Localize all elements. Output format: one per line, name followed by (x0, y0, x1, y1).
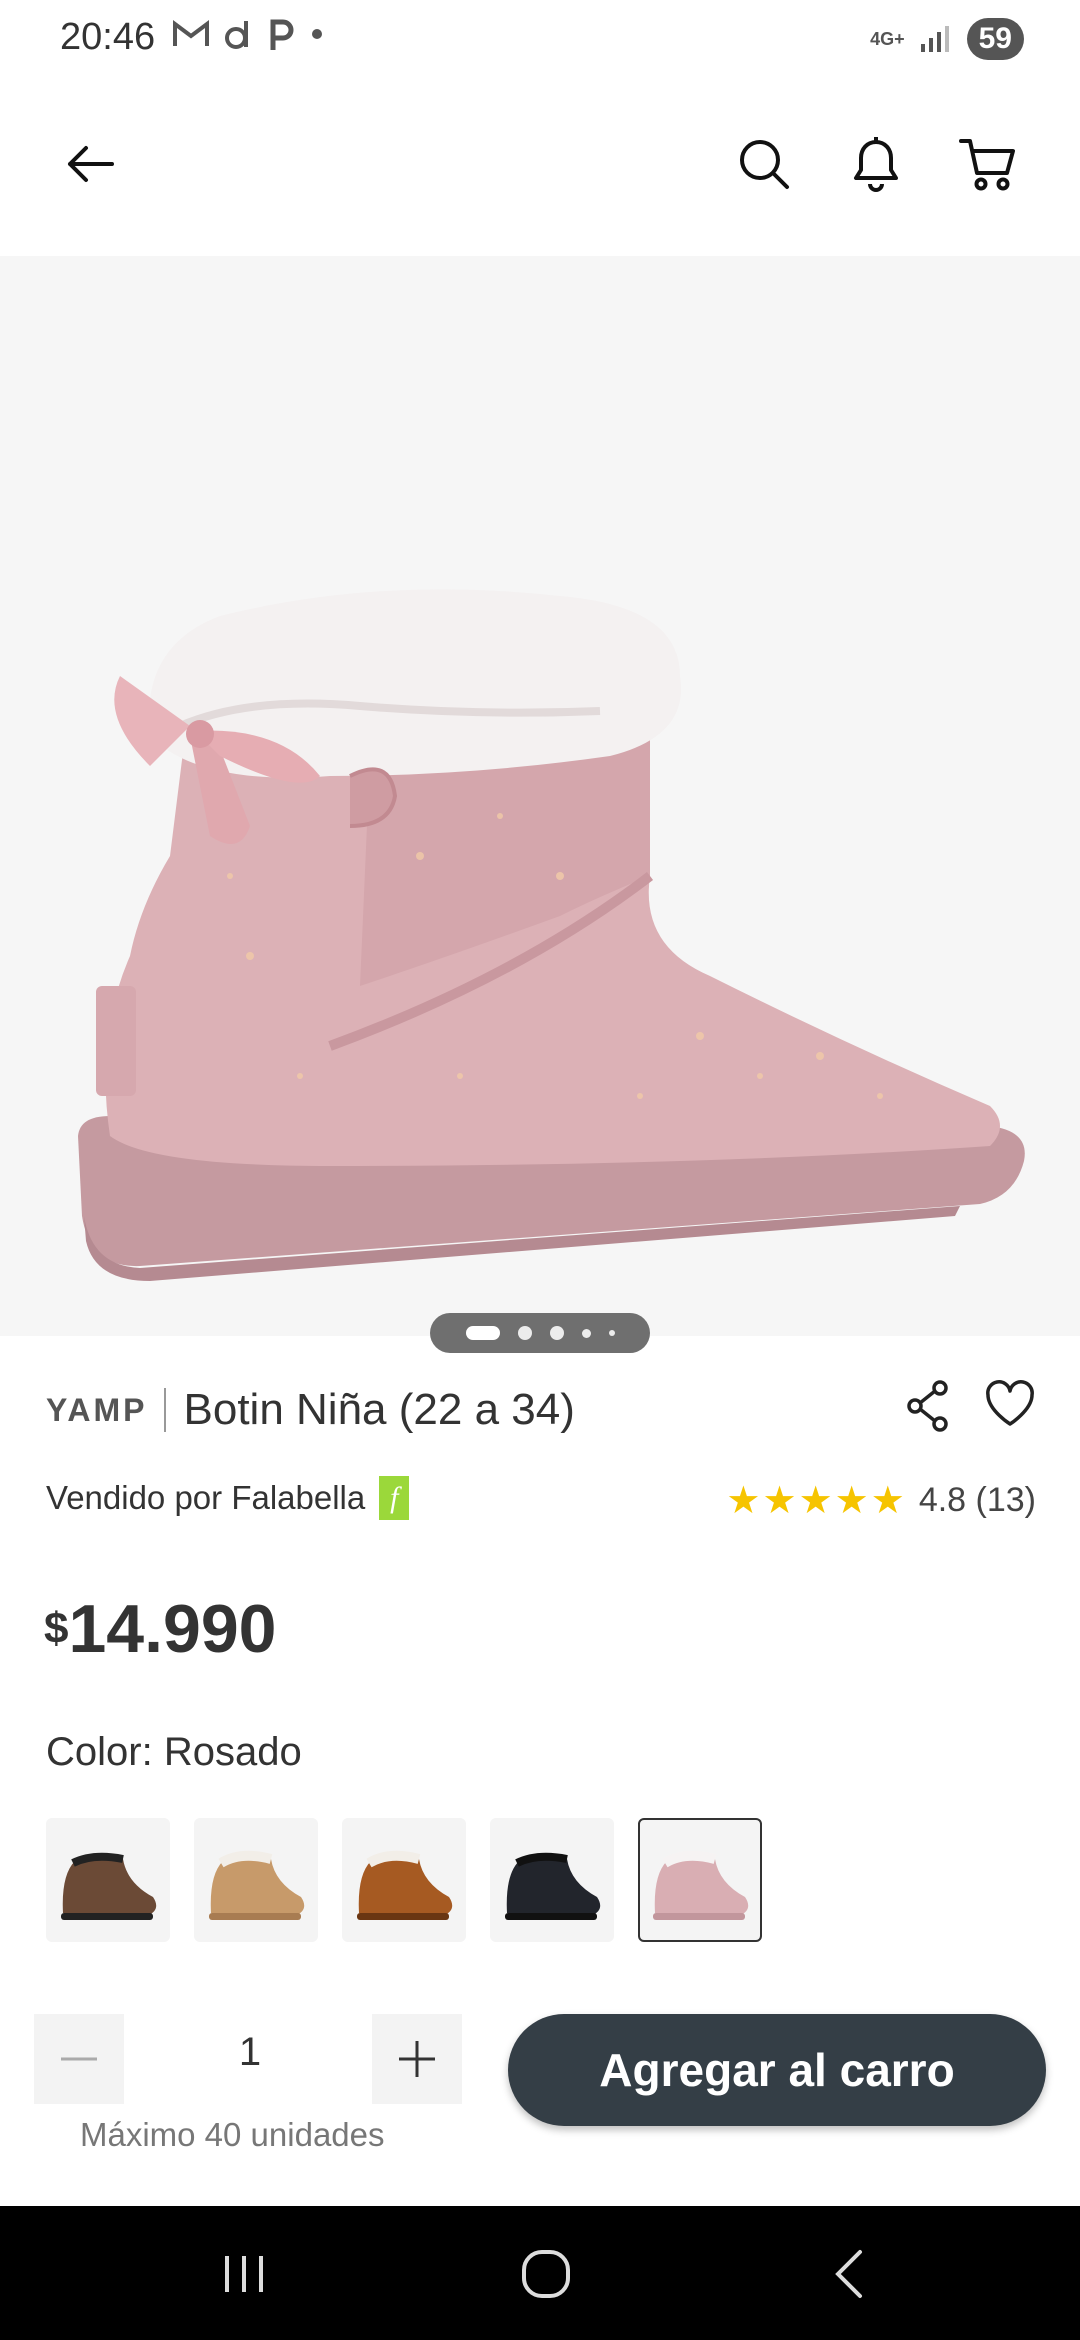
top-navigation (0, 100, 1080, 230)
notification-icons (172, 16, 322, 52)
rating-value: 4.8 (13) (918, 1481, 1036, 1519)
app-p-icon (270, 19, 294, 50)
falabella-logo-icon: f (379, 1476, 410, 1520)
status-bar: 20:46 4G+ 59 (0, 0, 1080, 84)
seller-text: Vendido por Falabella (46, 1479, 366, 1516)
arrow-left-icon (68, 146, 114, 182)
star-icon: ★ (762, 1480, 797, 1522)
max-units-text: Máximo 40 unidades (80, 2116, 385, 2153)
pager-dot (608, 1330, 615, 1336)
product-price: $14.990 (44, 1590, 276, 1668)
share-icon[interactable] (906, 1380, 950, 1432)
color-swatches (46, 1818, 762, 1942)
title-divider (163, 1388, 166, 1432)
system-status-icons: 4G+ 59 (870, 18, 1024, 60)
swatch-leopard[interactable] (46, 1818, 170, 1942)
swatch-camel[interactable] (194, 1818, 318, 1942)
network-type: 4G+ (870, 28, 905, 49)
product-title-row: YAMP Botin Niña (22 a 34) (46, 1380, 1036, 1440)
plus-icon (399, 2041, 435, 2077)
bell-icon (854, 137, 898, 192)
recent-apps-icon (225, 2256, 263, 2292)
product-image-carousel[interactable] (0, 256, 1080, 1336)
add-to-cart-button[interactable]: Agregar al carro (508, 2014, 1046, 2126)
home-button[interactable] (514, 2242, 578, 2306)
title-actions (906, 1380, 1036, 1432)
minus-icon (61, 2057, 97, 2061)
brand-name[interactable]: YAMP (46, 1392, 148, 1429)
search-button[interactable] (728, 128, 800, 200)
chevron-left-icon (835, 2250, 862, 2298)
signal-icon (920, 26, 949, 52)
app-d-icon (225, 21, 248, 49)
battery-level: 59 (966, 18, 1024, 60)
pager-dot-active (465, 1326, 500, 1340)
product-rating[interactable]: ★ ★ ★ ★ ★ 4.8 (13) (726, 1478, 1036, 1523)
quantity-value[interactable]: 1 (150, 2030, 350, 2075)
system-navigation-bar (0, 2206, 1080, 2340)
search-icon (740, 140, 789, 189)
star-icon: ★ (834, 1480, 869, 1522)
swatch-chestnut[interactable] (342, 1818, 466, 1942)
cart-button[interactable] (952, 128, 1024, 200)
boot-thumbnail (357, 1850, 453, 1920)
product-name: Botin Niña (22 a 34) (183, 1385, 575, 1434)
boot-thumbnail (61, 1852, 157, 1920)
cart-icon (959, 139, 1015, 191)
seller-rating-row: Vendido por Falabella f ★ ★ ★ ★ ★ 4.8 (1… (46, 1470, 1036, 1526)
heart-icon[interactable] (984, 1380, 1036, 1428)
notifications-button[interactable] (840, 128, 912, 200)
quantity-increase-button[interactable] (372, 2014, 462, 2104)
gmail-icon (173, 20, 209, 46)
star-icon: ★ (798, 1480, 833, 1522)
pager-dot (549, 1326, 564, 1340)
pager-dot (581, 1328, 591, 1338)
back-button[interactable] (54, 128, 126, 200)
more-notifications-dot (312, 29, 322, 39)
swatch-pink-selected[interactable] (638, 1818, 762, 1942)
star-icon: ★ (726, 1480, 761, 1522)
quantity-decrease-button[interactable] (34, 2014, 124, 2104)
recent-apps-button[interactable] (212, 2242, 276, 2306)
status-time: 20:46 (60, 16, 156, 58)
boot-thumbnail (505, 1852, 601, 1920)
price-amount: 14.990 (68, 1591, 277, 1667)
swatch-black[interactable] (490, 1818, 614, 1942)
system-back-button[interactable] (816, 2242, 880, 2306)
pager-dot (517, 1326, 532, 1340)
boot-thumbnail (653, 1850, 749, 1920)
boot-thumbnail (209, 1850, 305, 1920)
home-icon (522, 2250, 570, 2298)
pink-boot-image (78, 589, 1025, 1281)
star-icon: ★ (870, 1480, 905, 1522)
color-label: Color: Rosado (46, 1730, 302, 1774)
price-currency: $ (44, 1604, 69, 1653)
image-pager[interactable] (430, 1313, 650, 1353)
